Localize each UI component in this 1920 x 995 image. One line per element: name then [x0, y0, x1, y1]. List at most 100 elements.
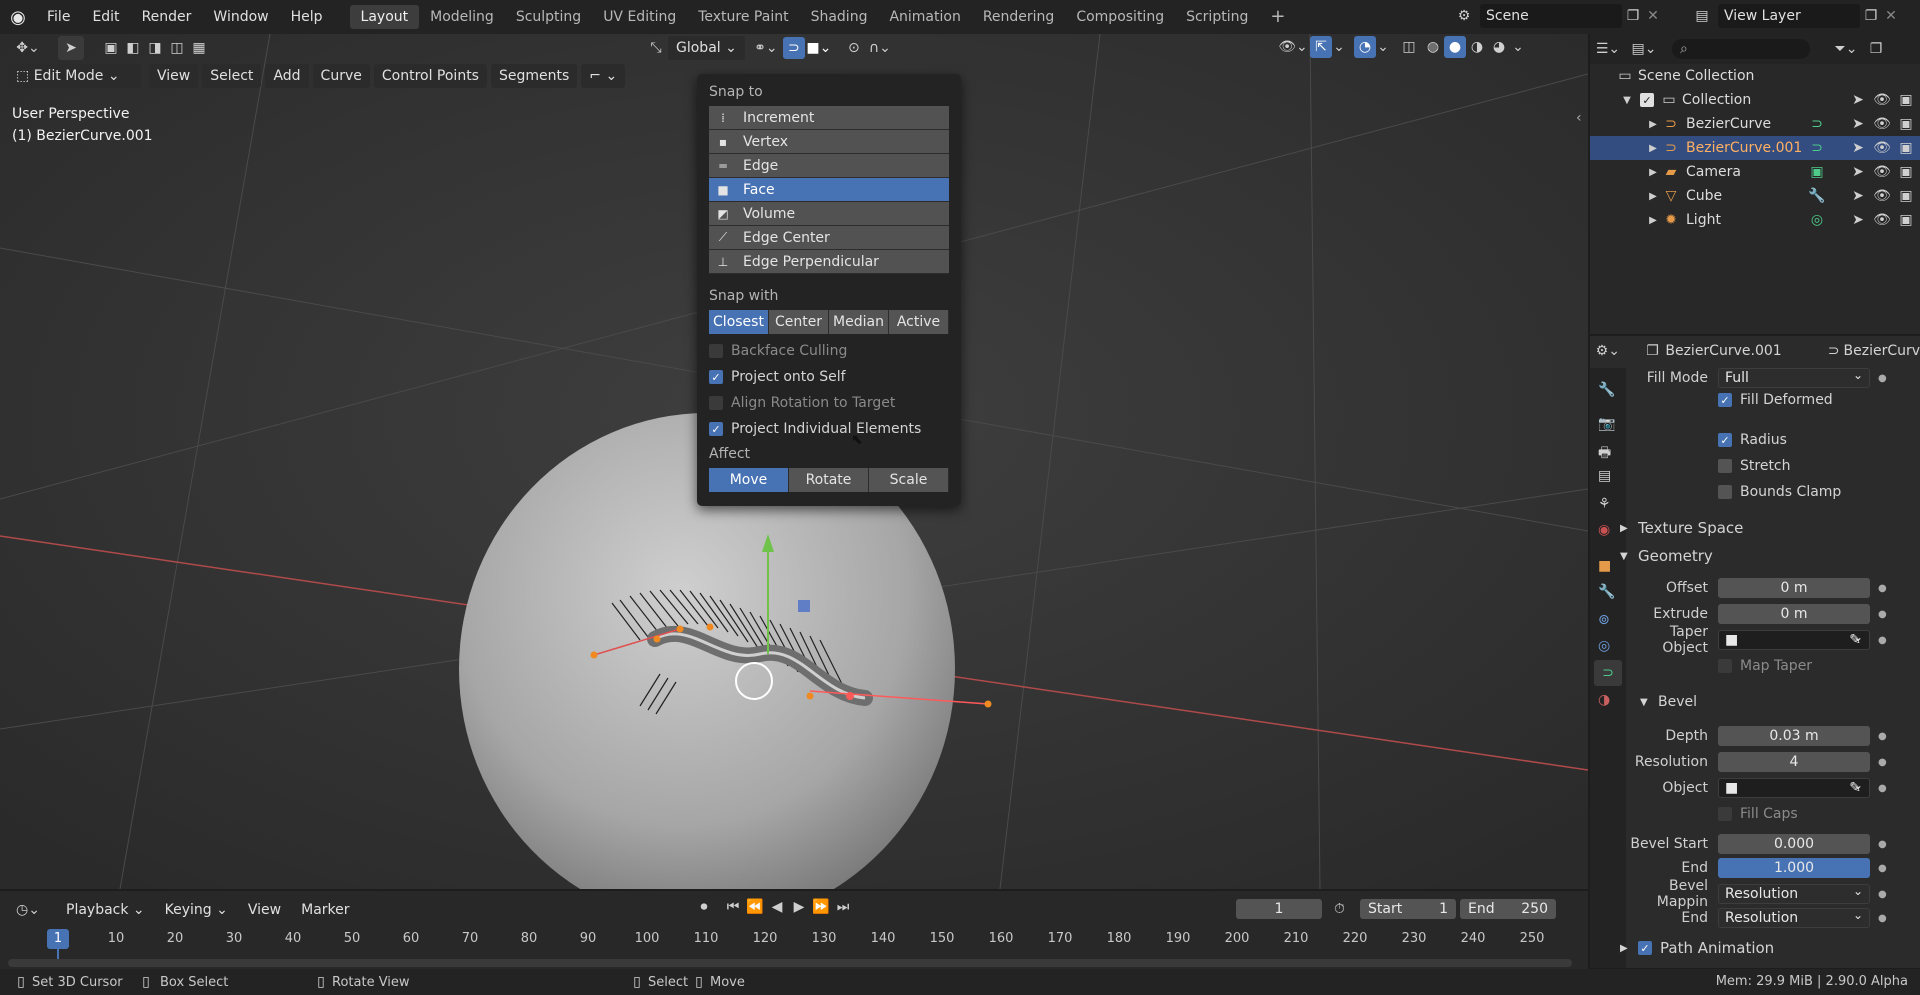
playhead[interactable]: 1 — [47, 929, 69, 949]
render-tab-icon[interactable]: 📷 — [1598, 416, 1615, 432]
snap-to-edge-center[interactable]: ⟋ Edge Center — [709, 226, 949, 250]
snap-toggle-icon[interactable]: ⊃ — [782, 37, 805, 59]
playback-menu[interactable]: Playback ⌄ — [58, 898, 153, 922]
pivot-point-icon[interactable]: ⚭⌄ — [749, 40, 783, 56]
select-subtract-mode-icon[interactable]: ◨ — [144, 36, 166, 60]
next-keyframe-icon[interactable]: ⏩ — [810, 899, 832, 915]
snap-with-center[interactable]: Center — [769, 310, 829, 334]
align-rotation-to-target-option[interactable]: Align Rotation to Target — [709, 390, 949, 416]
menu-control-points[interactable]: Control Points — [373, 64, 487, 88]
marker-menu[interactable]: Marker — [293, 898, 357, 922]
render-camera-icon[interactable]: ▣ — [1894, 188, 1918, 204]
menu-segments[interactable]: Segments — [490, 64, 578, 88]
expand-collection-icon[interactable]: ▼ — [1620, 95, 1634, 106]
scene-tab-icon[interactable]: ⚘ — [1598, 496, 1611, 512]
add-workspace-button[interactable]: + — [1259, 5, 1296, 29]
selectable-icon[interactable]: ➤ — [1846, 212, 1870, 228]
render-camera-icon[interactable]: ▣ — [1894, 212, 1918, 228]
snap-with-median[interactable]: Median — [829, 310, 889, 334]
backface-culling-option[interactable]: Backface Culling — [709, 338, 949, 364]
expand-chevron-icon[interactable]: ▶ — [1646, 215, 1660, 226]
scene-collection-row[interactable]: ▭ Scene Collection — [1590, 64, 1920, 88]
expand-chevron-icon[interactable]: ▶ — [1646, 143, 1660, 154]
particles-tab-icon[interactable]: ⊚ — [1598, 612, 1610, 628]
play-reverse-icon[interactable]: ◀ — [766, 899, 788, 915]
copy-scene-icon[interactable]: ❐ — [1622, 8, 1644, 24]
tab-layout[interactable]: Layout — [349, 5, 420, 29]
collection-checkbox[interactable]: ✓ — [1640, 93, 1654, 107]
menu-file[interactable]: File — [36, 9, 81, 25]
object-tab-icon[interactable]: ■ — [1598, 558, 1611, 574]
affect-rotate[interactable]: Rotate — [789, 468, 869, 492]
proportional-falloff-icon[interactable]: ∩⌄ — [865, 40, 895, 56]
end-frame-field[interactable]: End 250 — [1460, 899, 1556, 919]
selectable-icon[interactable]: ➤ — [1846, 116, 1870, 132]
tool-tab-icon[interactable]: 🔧 — [1598, 382, 1615, 398]
eyedropper-icon[interactable]: ✎ — [1849, 631, 1861, 649]
close-scene-icon[interactable]: ✕ — [1644, 8, 1662, 24]
fill-deformed-row[interactable]: ✓ Fill Deformed — [1718, 388, 1920, 412]
eye-icon[interactable]: 👁 — [1870, 188, 1894, 204]
menu-edit[interactable]: Edit — [81, 9, 130, 25]
xray-toggle-icon[interactable]: ◫ — [1396, 39, 1422, 55]
modifier-tab-icon[interactable]: 🔧 — [1598, 584, 1615, 600]
material-shading-icon[interactable]: ◑ — [1466, 39, 1488, 55]
depth-field[interactable]: 0.03 m — [1718, 726, 1870, 746]
blender-logo-icon[interactable]: ◉ — [0, 0, 36, 34]
eye-icon[interactable]: 👁 — [1870, 92, 1894, 108]
radius-checkbox[interactable]: ✓ — [1718, 433, 1732, 447]
jump-start-icon[interactable]: ⏮ — [722, 899, 744, 915]
tab-modeling[interactable]: Modeling — [419, 5, 505, 29]
proportional-edit-icon[interactable]: ⊙ — [843, 40, 865, 56]
stretch-row[interactable]: Stretch — [1718, 454, 1920, 478]
render-camera-icon[interactable]: ▣ — [1894, 140, 1918, 156]
curve-data-tab-icon[interactable]: ⊃ — [1594, 660, 1622, 686]
bevel-mapping-dropdown[interactable]: Resolution — [1718, 882, 1870, 904]
bevel-end-field[interactable]: 1.000 — [1718, 858, 1870, 878]
timeline-scrollbar[interactable] — [8, 959, 1572, 967]
render-camera-icon[interactable]: ▣ — [1894, 92, 1918, 108]
outliner-item-beziercurve[interactable]: ▶ ⊃ BezierCurve ⊃ ➤ 👁 ▣ — [1590, 112, 1920, 136]
tab-animation[interactable]: Animation — [878, 5, 971, 29]
bounds-clamp-row[interactable]: Bounds Clamp — [1718, 480, 1920, 504]
scene-field[interactable]: Scene — [1480, 4, 1622, 28]
snap-with-active[interactable]: Active — [889, 310, 949, 334]
expand-chevron-icon[interactable]: ▶ — [1646, 191, 1660, 202]
eye-icon[interactable]: 👁 — [1870, 140, 1894, 156]
outliner-search-input[interactable]: ⌕ — [1672, 39, 1810, 59]
select-extend-mode-icon[interactable]: ◧ — [122, 36, 144, 60]
taper-object-field[interactable]: ■ ✎ — [1718, 628, 1870, 650]
eye-icon[interactable]: 👁 — [1870, 164, 1894, 180]
mode-dropdown[interactable]: ⬚ Edit Mode ⌄ — [8, 64, 141, 88]
material-tab-icon[interactable]: ◑ — [1598, 692, 1610, 708]
expand-chevron-icon[interactable]: ▶ — [1646, 119, 1660, 130]
visibility-icon[interactable]: 👁⌄ — [1276, 39, 1310, 55]
object-data-camera-icon[interactable]: ▣ — [1806, 164, 1828, 180]
object-data-mesh-icon[interactable]: 🔧 — [1806, 188, 1828, 204]
new-collection-icon[interactable]: ❐ — [1866, 41, 1886, 57]
bevel-start-field[interactable]: 0.000 — [1718, 834, 1870, 854]
wireframe-shading-icon[interactable]: ◍ — [1422, 39, 1444, 55]
outliner-item-cube[interactable]: ▶ ▽ Cube 🔧 ➤ 👁 ▣ — [1590, 184, 1920, 208]
tab-texture-paint[interactable]: Texture Paint — [687, 5, 799, 29]
timeline-view-menu[interactable]: View — [240, 898, 289, 922]
play-icon[interactable]: ▶ — [788, 899, 810, 915]
end-mapping-dropdown[interactable]: Resolution — [1718, 906, 1870, 928]
select-intersect-mode-icon[interactable]: ▦ — [188, 36, 210, 60]
outliner-item-beziercurve-001[interactable]: ▶ ⊃ BezierCurve.001 ⊃ ➤ 👁 ▣ — [1590, 136, 1920, 160]
tab-uv-editing[interactable]: UV Editing — [592, 5, 687, 29]
shading-dropdown-icon[interactable]: ⌄ — [1510, 39, 1526, 55]
snap-to-face[interactable]: ■ Face — [709, 178, 949, 202]
physics-tab-icon[interactable]: ◎ — [1598, 638, 1610, 654]
outliner-item-light[interactable]: ▶ ✹ Light ◎ ➤ 👁 ▣ — [1590, 208, 1920, 232]
filter-icon[interactable]: ⏷⌄ — [1826, 41, 1866, 57]
editor-type-icon[interactable]: ✥⌄ — [8, 36, 48, 60]
start-frame-field[interactable]: Start 1 — [1360, 899, 1456, 919]
bounds-clamp-checkbox[interactable] — [1718, 485, 1732, 499]
render-camera-icon[interactable]: ▣ — [1894, 116, 1918, 132]
menu-window[interactable]: Window — [202, 9, 279, 25]
close-view-layer-icon[interactable]: ✕ — [1882, 8, 1900, 24]
geometry-panel-header[interactable]: ▼ Geometry — [1620, 544, 1910, 568]
render-camera-icon[interactable]: ▣ — [1894, 164, 1918, 180]
select-tool-icon[interactable]: ➤ — [58, 36, 84, 60]
